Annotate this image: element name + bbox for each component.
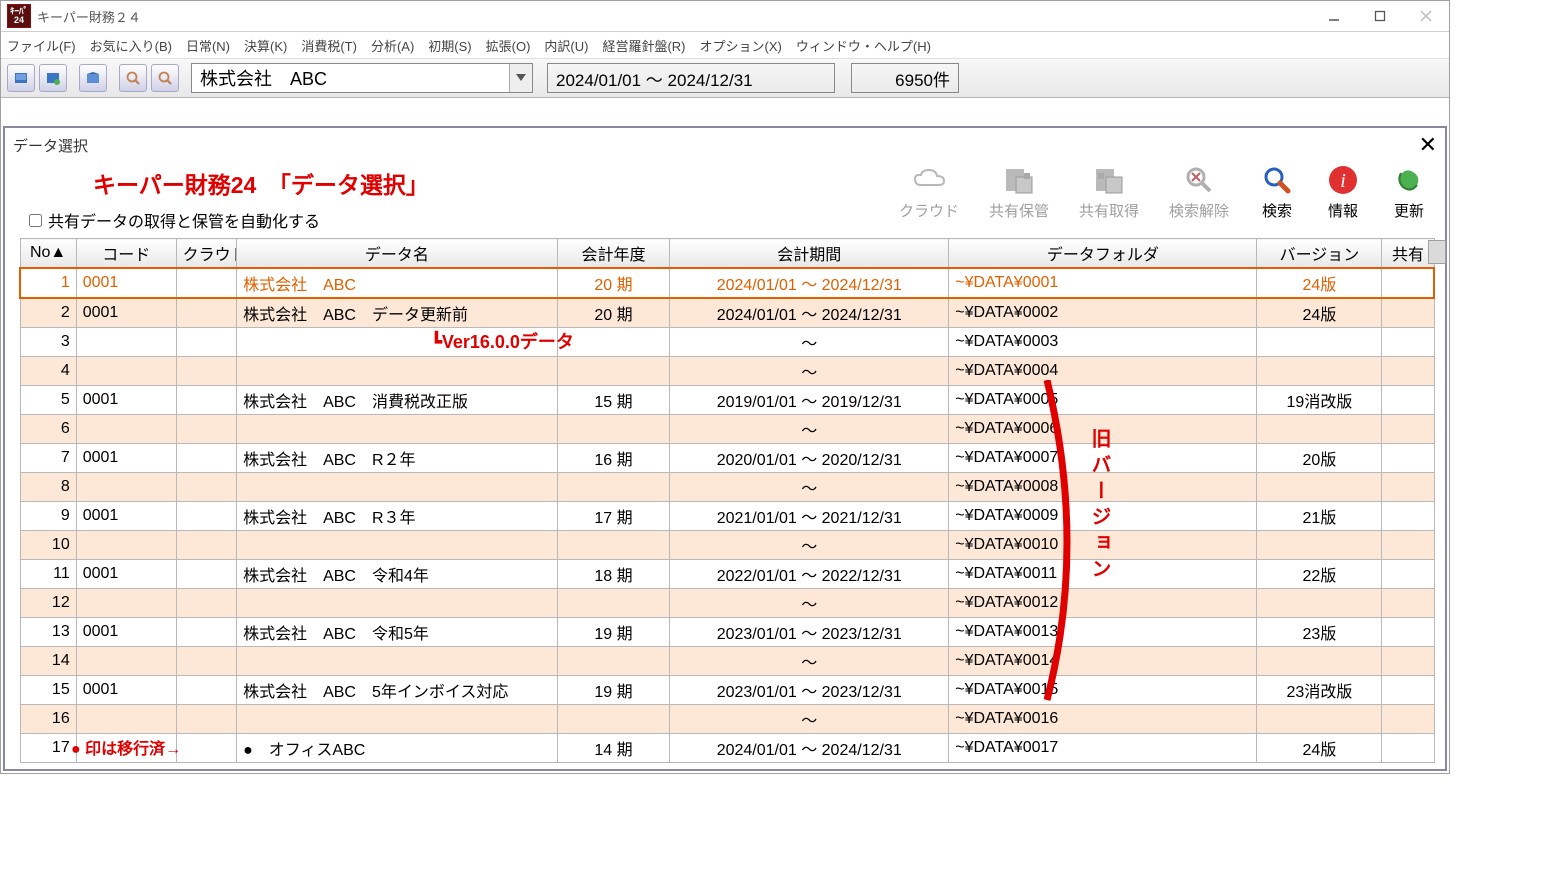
auto-share-label: 共有データの取得と保管を自動化する [48, 208, 320, 232]
action-search[interactable]: 検索 [1259, 162, 1295, 221]
toolbar: 株式会社 ABC 2024/01/01 ～ 2024/12/31 6950件 [1, 59, 1449, 98]
table-row[interactable]: 110001株式会社 ABC 令和4年18 期2022/01/01 ～ 2022… [20, 560, 1434, 589]
app-icon: ｷｰﾊﾟ24 [7, 4, 31, 28]
menu-favorites[interactable]: お気に入り(B) [90, 36, 172, 55]
action-info[interactable]: i 情報 [1325, 162, 1361, 221]
action-share-get[interactable]: 共有取得 [1079, 162, 1139, 221]
table-header: No▲ コード クラウド データ名 会計年度 会計期間 データフォルダ バージョ… [20, 239, 1434, 269]
data-select-panel: データ選択 ✕ キーパー財務24 「データ選択」 クラウド 共有保管 共有取得 … [3, 126, 1447, 771]
col-share[interactable]: 共有 [1382, 239, 1434, 269]
col-cloud[interactable]: クラウド [176, 239, 236, 269]
col-code[interactable]: コード [76, 239, 176, 269]
col-period[interactable]: 会計期間 [670, 239, 949, 269]
menu-window-help[interactable]: ウィンドウ・ヘルプ(H) [796, 36, 931, 55]
table-row[interactable]: 90001株式会社 ABC R３年17 期2021/01/01 ～ 2021/1… [20, 502, 1434, 531]
tool-zoom-1[interactable] [119, 64, 147, 92]
table-row[interactable]: 14～~¥DATA¥0014 [20, 647, 1434, 676]
col-version[interactable]: バージョン [1257, 239, 1382, 269]
col-year[interactable]: 会計年度 [557, 239, 669, 269]
search-icon [1259, 162, 1295, 198]
table-row[interactable]: 70001株式会社 ABC R２年16 期2020/01/01 ～ 2020/1… [20, 444, 1434, 473]
maximize-button[interactable] [1357, 1, 1403, 31]
table-row[interactable]: 10～~¥DATA¥0010 [20, 531, 1434, 560]
share-get-icon [1091, 162, 1127, 198]
menu-compass[interactable]: 経営羅針盤(R) [602, 36, 685, 55]
col-no[interactable]: No▲ [20, 239, 76, 269]
menu-file[interactable]: ファイル(F) [7, 36, 76, 55]
tool-button-3[interactable] [79, 64, 107, 92]
menu-tax[interactable]: 消費税(T) [301, 36, 357, 55]
action-clear-search[interactable]: 検索解除 [1169, 162, 1229, 221]
table-row[interactable]: 3～~¥DATA¥0003 [20, 328, 1434, 357]
menu-breakdown[interactable]: 内訳(U) [544, 36, 588, 55]
menubar: ファイル(F) お気に入り(B) 日常(N) 決算(K) 消費税(T) 分析(A… [1, 32, 1449, 59]
chevron-down-icon [509, 64, 532, 92]
action-cloud[interactable]: クラウド [899, 162, 959, 221]
menu-extension[interactable]: 拡張(O) [486, 36, 531, 55]
minimize-button[interactable] [1311, 1, 1357, 31]
table-row[interactable]: 150001株式会社 ABC 5年インボイス対応19 期2023/01/01 ～… [20, 676, 1434, 705]
action-share-save[interactable]: 共有保管 [989, 162, 1049, 221]
menu-analysis[interactable]: 分析(A) [371, 36, 414, 55]
company-dropdown[interactable]: 株式会社 ABC [191, 63, 533, 93]
table-row[interactable]: 50001株式会社 ABC 消費税改正版15 期2019/01/01 ～ 201… [20, 386, 1434, 415]
table-row[interactable]: 10001株式会社 ABC20 期2024/01/01 ～ 2024/12/31… [20, 268, 1434, 298]
col-folder[interactable]: データフォルダ [949, 239, 1257, 269]
date-range-display[interactable]: 2024/01/01 ～ 2024/12/31 [547, 63, 835, 93]
auto-share-checkbox[interactable] [29, 214, 42, 227]
data-table: No▲ コード クラウド データ名 会計年度 会計期間 データフォルダ バージョ… [19, 238, 1435, 763]
table-row[interactable]: 16～~¥DATA¥0016 [20, 705, 1434, 734]
table-row[interactable]: 20001株式会社 ABC データ更新前20 期2024/01/01 ～ 202… [20, 298, 1434, 328]
menu-options[interactable]: オプション(X) [700, 36, 782, 55]
tool-zoom-2[interactable] [151, 64, 179, 92]
company-name: 株式会社 ABC [192, 65, 509, 91]
share-save-icon [1001, 162, 1037, 198]
record-count: 6950件 [851, 63, 959, 93]
scrollbar[interactable] [1429, 238, 1447, 769]
table-row[interactable]: 6～~¥DATA¥0006 [20, 415, 1434, 444]
cloud-icon [911, 162, 947, 198]
table-row[interactable]: 17● オフィスABC14 期2024/01/01 ～ 2024/12/31~¥… [20, 734, 1434, 763]
tool-button-1[interactable] [7, 64, 35, 92]
menu-daily[interactable]: 日常(N) [186, 36, 230, 55]
action-refresh[interactable]: 更新 [1391, 162, 1427, 221]
app-title: キーパー財務２４ [37, 7, 1311, 26]
info-icon: i [1325, 162, 1361, 198]
tool-button-2[interactable] [39, 64, 67, 92]
panel-close-button[interactable]: ✕ [1419, 132, 1437, 158]
menu-initial[interactable]: 初期(S) [428, 36, 471, 55]
panel-title: データ選択 [13, 135, 1419, 156]
table-row[interactable]: 130001株式会社 ABC 令和5年19 期2023/01/01 ～ 2023… [20, 618, 1434, 647]
close-button[interactable] [1403, 1, 1449, 31]
menu-closing[interactable]: 決算(K) [244, 36, 287, 55]
table-row[interactable]: 12～~¥DATA¥0012 [20, 589, 1434, 618]
clear-search-icon [1181, 162, 1217, 198]
refresh-icon [1391, 162, 1427, 198]
col-name[interactable]: データ名 [237, 239, 558, 269]
table-row[interactable]: 8～~¥DATA¥0008 [20, 473, 1434, 502]
table-row[interactable]: 4～~¥DATA¥0004 [20, 357, 1434, 386]
titlebar: ｷｰﾊﾟ24 キーパー財務２４ [1, 1, 1449, 32]
svg-text:i: i [1340, 170, 1346, 192]
panel-red-title: キーパー財務24 「データ選択」 [93, 166, 429, 200]
